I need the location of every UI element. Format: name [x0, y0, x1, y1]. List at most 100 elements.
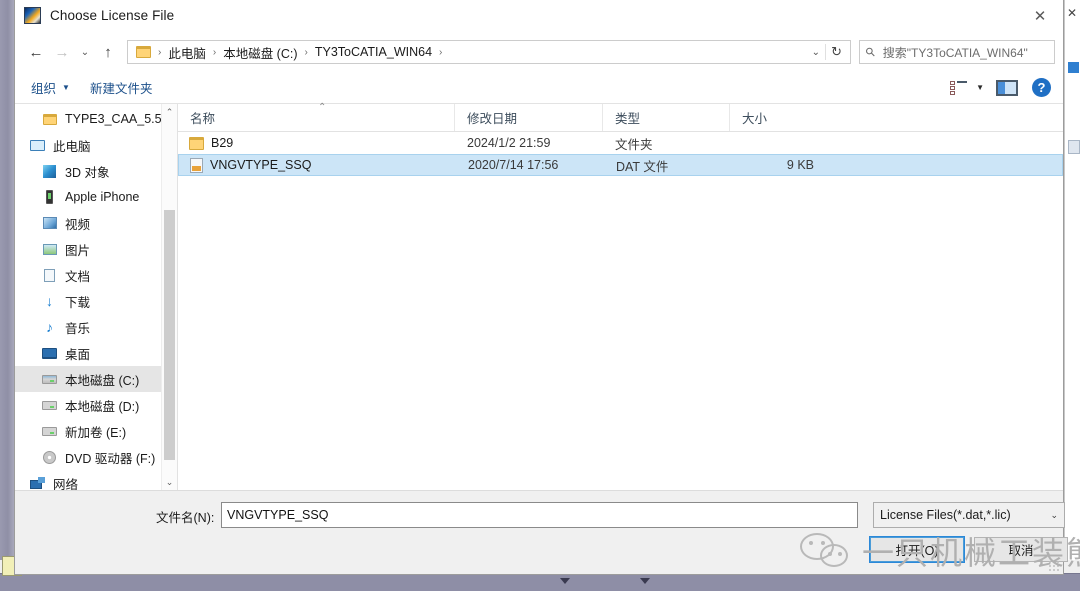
- background-window-right: [1064, 0, 1080, 591]
- drive-e-icon: [41, 423, 58, 440]
- column-header-type[interactable]: 类型: [603, 104, 730, 131]
- sidebar-item[interactable]: DVD 驱动器 (F:): [15, 444, 177, 470]
- folder-icon: [136, 46, 151, 58]
- sidebar-item-label: 本地磁盘 (C:): [65, 373, 140, 388]
- search-icon: ⚲: [862, 43, 879, 61]
- sidebar-item[interactable]: 新加卷 (E:): [15, 418, 177, 444]
- breadcrumb-item-this-pc[interactable]: 此电脑: [165, 41, 209, 64]
- up-button[interactable]: ↑: [95, 39, 121, 65]
- search-input[interactable]: ⚲ 搜索"TY3ToCATIA_WIN64": [859, 40, 1055, 64]
- navigation-pane: TYPE3_CAA_5.5 此电脑 3D 对象 Apple iPhone 视频图片文档 ↓…: [15, 104, 178, 490]
- sidebar-item[interactable]: 文档: [15, 262, 177, 288]
- sidebar-item-label: 此电脑: [53, 139, 91, 154]
- file-picker-dialog: Choose License File ✕ ← → ⌄ ↑ › 此电脑 › 本地…: [14, 0, 1068, 575]
- cell-date: 2024/1/2 21:59: [467, 136, 551, 150]
- drive-e-icon-shape: [42, 426, 57, 436]
- back-button[interactable]: ←: [23, 39, 49, 65]
- resize-grip[interactable]: [1048, 560, 1060, 572]
- sidebar-item[interactable]: ↓ 下载: [15, 288, 177, 314]
- scrollbar-thumb[interactable]: [164, 210, 175, 460]
- sidebar-item[interactable]: 此电脑: [15, 132, 177, 158]
- navigation-bar: ← → ⌄ ↑ › 此电脑 › 本地磁盘 (C:) › TY3ToCATIA_W…: [15, 32, 1063, 72]
- sidebar-item[interactable]: 桌面: [15, 340, 177, 366]
- network-icon: [29, 475, 46, 491]
- cell-type: 文件夹: [615, 137, 653, 152]
- taskbar: [0, 573, 1080, 591]
- column-headers: 名称 ⌃ 修改日期 类型 大小: [178, 102, 1063, 132]
- chevron-down-icon[interactable]: ⌄: [812, 47, 820, 58]
- organize-button[interactable]: 组织 ▼: [21, 74, 80, 101]
- sidebar-item-label: 视频: [65, 217, 91, 232]
- breadcrumb-separator: ›: [439, 46, 443, 58]
- dialog-body: TYPE3_CAA_5.5 此电脑 3D 对象 Apple iPhone 视频图片文档 ↓…: [15, 102, 1063, 490]
- chevron-down-icon: ▼: [62, 83, 70, 92]
- folder-icon: [41, 111, 58, 128]
- cancel-button[interactable]: 取消: [974, 537, 1068, 562]
- downloads-icon: ↓: [46, 293, 53, 309]
- column-header-date[interactable]: 修改日期: [455, 104, 603, 131]
- file-name: B29: [211, 136, 234, 150]
- preview-pane-icon[interactable]: [996, 79, 1018, 96]
- chevron-down-icon[interactable]: ▼: [972, 83, 992, 92]
- breadcrumb-separator: ›: [158, 46, 162, 58]
- taskbar-glyph: [560, 578, 570, 584]
- sidebar-item[interactable]: 视频: [15, 210, 177, 236]
- view-options-icon[interactable]: [950, 80, 968, 95]
- column-header-name[interactable]: 名称 ⌃: [178, 102, 455, 131]
- sidebar-item[interactable]: TYPE3_CAA_5.5: [15, 106, 177, 132]
- background-close-icon: ✕: [1067, 6, 1078, 20]
- pictures-icon-shape: [42, 243, 57, 255]
- scroll-up-icon[interactable]: ⌃: [162, 104, 177, 120]
- close-icon[interactable]: ✕: [1017, 0, 1063, 31]
- drive-d-icon-shape: [42, 400, 57, 410]
- file-rows: B29 2024/1/2 21:59 文件夹 VNGVTYPE_SSQ 2020/7/1…: [178, 132, 1063, 490]
- sidebar-item[interactable]: Apple iPhone: [15, 184, 177, 210]
- help-icon[interactable]: ?: [1032, 78, 1051, 97]
- drive-d-icon: [41, 397, 58, 414]
- sort-ascending-icon: ⌃: [318, 102, 327, 113]
- folder-icon: [189, 136, 204, 150]
- column-label-type: 类型: [615, 112, 641, 126]
- address-bar[interactable]: › 此电脑 › 本地磁盘 (C:) › TY3ToCATIA_WIN64 › ⌄…: [127, 40, 851, 64]
- sidebar-scrollbar[interactable]: ⌃ ⌄: [161, 104, 177, 490]
- background-tile: [1068, 140, 1080, 154]
- sidebar-item-label: 图片: [65, 243, 91, 258]
- window-title: Choose License File: [50, 8, 175, 23]
- desktop-icon: [41, 345, 58, 362]
- sidebar-item-label: 本地磁盘 (D:): [65, 399, 140, 414]
- column-header-size[interactable]: 大小: [730, 104, 827, 131]
- breadcrumb-separator: ›: [212, 46, 217, 58]
- forward-button[interactable]: →: [49, 39, 75, 65]
- network-icon-shape: [30, 477, 45, 489]
- cell-name: VNGVTYPE_SSQ: [179, 157, 456, 173]
- sidebar-item[interactable]: 本地磁盘 (D:): [15, 392, 177, 418]
- filetype-dropdown[interactable]: License Files(*.dat,*.lic) ⌄: [873, 502, 1065, 528]
- sidebar-item[interactable]: 本地磁盘 (C:): [15, 366, 177, 392]
- dvd-drive-icon: [41, 449, 58, 466]
- breadcrumb-item-folder[interactable]: TY3ToCATIA_WIN64: [312, 43, 435, 61]
- toolbar: 组织 ▼ 新建文件夹 ▼ ?: [15, 72, 1063, 104]
- column-label-date: 修改日期: [467, 112, 518, 126]
- open-button[interactable]: 打开(O): [869, 536, 965, 563]
- sidebar-item-label: 文档: [65, 269, 91, 284]
- table-row[interactable]: B29 2024/1/2 21:59 文件夹: [178, 132, 1063, 154]
- new-folder-button[interactable]: 新建文件夹: [80, 74, 163, 101]
- sidebar-item[interactable]: 网络: [15, 470, 177, 490]
- sidebar-item-label: 网络: [53, 477, 79, 491]
- dialog-footer: 文件名(N): VNGVTYPE_SSQ License Files(*.dat…: [15, 490, 1068, 574]
- sidebar-item[interactable]: 3D 对象: [15, 158, 177, 184]
- videos-icon: [41, 215, 58, 232]
- refresh-icon[interactable]: ↻: [831, 44, 842, 60]
- scroll-down-icon[interactable]: ⌄: [162, 474, 177, 490]
- sidebar-item[interactable]: 图片: [15, 236, 177, 262]
- sidebar-item-label: 桌面: [65, 347, 91, 362]
- filename-input[interactable]: VNGVTYPE_SSQ: [221, 502, 858, 528]
- sidebar-list: TYPE3_CAA_5.5 此电脑 3D 对象 Apple iPhone 视频图片文档 ↓…: [15, 104, 177, 490]
- breadcrumb-item-drive-c[interactable]: 本地磁盘 (C:): [220, 41, 300, 64]
- documents-icon: [41, 267, 58, 284]
- file-name: VNGVTYPE_SSQ: [210, 158, 312, 172]
- sidebar-item[interactable]: ♪ 音乐: [15, 314, 177, 340]
- breadcrumb-separator: ›: [304, 46, 308, 58]
- recent-locations-button[interactable]: ⌄: [75, 39, 95, 65]
- table-row[interactable]: VNGVTYPE_SSQ 2020/7/14 17:56 DAT 文件 9 KB: [178, 154, 1063, 176]
